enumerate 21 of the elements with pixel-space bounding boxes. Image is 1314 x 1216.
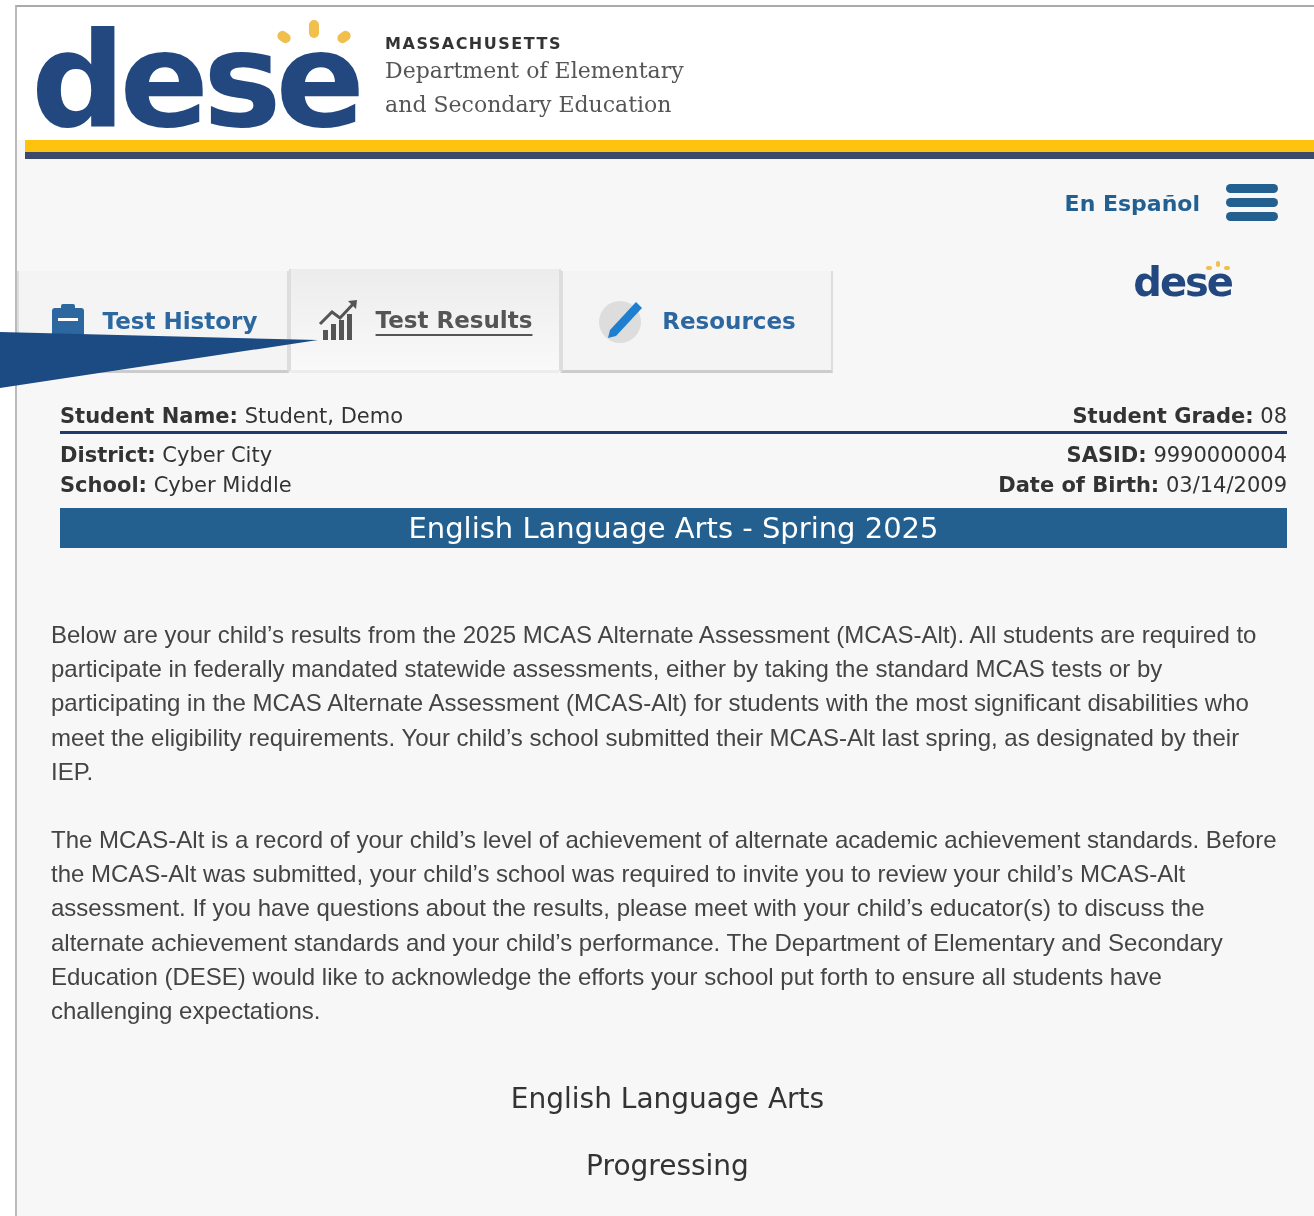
- student-info: Date of Birth: 03/14/2009: [998, 473, 1287, 497]
- dese-logo: dese: [31, 13, 360, 134]
- student-info: Student Name: Student, Demo: [60, 404, 404, 428]
- language-link[interactable]: En Español: [1064, 190, 1200, 216]
- paragraph: The MCAS-Alt is a record of your child’s level of achievement of alternate academic achievement standards. Before the MCAS-Alt was submitted, your child’s school was required to invite you to review your child’s MCAS-Alt assessment. If you have questions about the results, please meet with your child’s educator(s) to discuss the alternate achievement standards and your child’s performance. The Department of Elementary and Secondary Education (DESE) would like to acknowledge the efforts your school put forth to ensure all students have challenging expectations.: [51, 825, 1278, 1027]
- tab[interactable]: Test Results: [289, 269, 561, 373]
- student-info: Student Grade: 08: [1072, 404, 1287, 428]
- student-info: School: Cyber Middle: [60, 473, 292, 497]
- tab[interactable]: Resources: [561, 271, 833, 373]
- achievement-level: Progressing: [585, 1149, 750, 1183]
- department-name: and Secondary Education: [385, 91, 673, 119]
- dese-logo: dese: [1133, 259, 1232, 305]
- paragraph: Below are your child’s results from the 2025 MCAS Alternate Assessment (MCAS-Alt). All students are required to participate in federally mandated statewide assessments, either by taking the standard MCAS tests or by participating in the MCAS Alternate Assessment (MCAS-Alt) for students with the most significant disabilities who meet the eligibility requirements. Your child’s school submitted their MCAS-Alt last spring, as designated by their IEP.: [51, 620, 1258, 787]
- department-name: Department of Elementary: [385, 57, 684, 85]
- menu-icon[interactable]: [1226, 184, 1278, 222]
- subject-heading: English Language Arts: [509, 1082, 826, 1116]
- chart-icon: [317, 297, 360, 342]
- state-name: MASSACHUSETTS: [385, 34, 563, 53]
- subject-banner: English Language Arts - Spring 2025: [60, 508, 1287, 548]
- student-info: District: Cyber City: [60, 443, 273, 467]
- student-info: SASID: 9990000004: [1066, 443, 1287, 467]
